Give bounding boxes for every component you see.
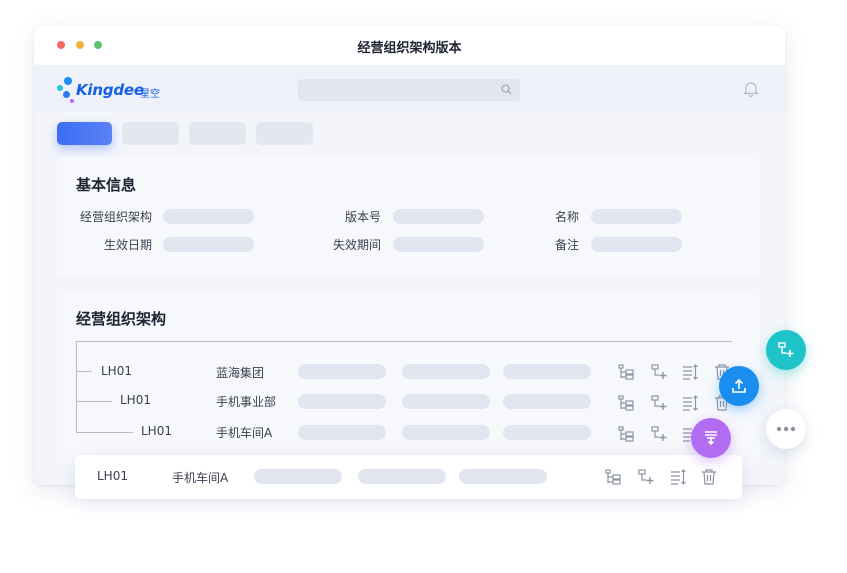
row-code: LH01 — [120, 393, 151, 407]
trash-icon[interactable] — [700, 468, 718, 486]
add-node-icon — [778, 342, 794, 357]
row-field[interactable] — [254, 469, 342, 484]
app-window: 经营组织架构版本 Kingdee 星空 基本信息 经营组织架构 版本号 名称 生… — [34, 26, 785, 485]
row-field[interactable] — [358, 469, 446, 484]
row-field[interactable] — [298, 394, 386, 409]
name-field[interactable] — [591, 209, 682, 224]
row-field[interactable] — [298, 425, 386, 440]
field-label-version: 版本号 — [344, 210, 381, 224]
tab-4[interactable] — [256, 122, 313, 145]
basic-info-title: 基本信息 — [76, 176, 137, 194]
more-fab[interactable] — [766, 409, 806, 449]
tree-trunk-line — [76, 341, 77, 433]
dragged-row[interactable]: LH01 手机车间A — [75, 455, 742, 499]
field-label-effective-date: 生效日期 — [103, 238, 152, 252]
row-code: LH01 — [101, 364, 132, 378]
kingdee-logo-icon — [56, 75, 76, 105]
org-structure-field[interactable] — [163, 209, 254, 224]
logo-text: Kingdee — [76, 81, 144, 99]
tree-branch-line — [76, 371, 92, 372]
row-field[interactable] — [402, 364, 490, 379]
row-name: 手机车间A — [172, 471, 229, 485]
expiry-period-field[interactable] — [393, 237, 484, 252]
row-field[interactable] — [402, 394, 490, 409]
kingdee-logo[interactable]: Kingdee 星空 — [56, 75, 176, 105]
tab-3[interactable] — [189, 122, 246, 145]
row-field[interactable] — [503, 364, 591, 379]
search-input[interactable] — [298, 79, 520, 101]
org-tree-icon[interactable] — [617, 363, 635, 381]
tree-branch-line — [76, 401, 112, 402]
sort-icon[interactable] — [681, 394, 699, 412]
org-tree-icon[interactable] — [604, 468, 622, 486]
version-field[interactable] — [393, 209, 484, 224]
tab-1[interactable] — [57, 122, 112, 145]
row-field[interactable] — [503, 394, 591, 409]
org-tree-icon[interactable] — [617, 425, 635, 443]
org-tree-icon[interactable] — [617, 394, 635, 412]
bell-icon[interactable] — [743, 80, 759, 98]
row-field[interactable] — [503, 425, 591, 440]
title-bar: 经营组织架构版本 — [34, 26, 785, 66]
row-field[interactable] — [298, 364, 386, 379]
add-node-fab[interactable] — [766, 330, 806, 370]
field-label-remark: 备注 — [554, 238, 579, 252]
row-code: LH01 — [97, 469, 128, 483]
field-label-expiry-period: 失效期间 — [332, 238, 381, 252]
search-icon[interactable] — [501, 84, 512, 95]
row-code: LH01 — [141, 424, 172, 438]
sort-icon[interactable] — [681, 363, 699, 381]
remark-field[interactable] — [591, 237, 682, 252]
tab-bar — [34, 111, 785, 147]
sort-icon[interactable] — [669, 468, 687, 486]
tree-top-line — [76, 341, 732, 342]
tab-2[interactable] — [122, 122, 179, 145]
tree-branch-line — [76, 432, 133, 433]
app-header: Kingdee 星空 — [34, 67, 785, 111]
logo-subtext: 星空 — [140, 89, 160, 100]
upload-icon — [732, 378, 746, 393]
add-node-icon[interactable] — [650, 394, 668, 412]
field-label-org: 经营组织架构 — [79, 210, 152, 224]
org-structure-title: 经营组织架构 — [76, 310, 167, 328]
add-node-icon[interactable] — [650, 363, 668, 381]
row-name: 蓝海集团 — [216, 366, 265, 380]
row-name: 手机事业部 — [216, 395, 277, 409]
upload-fab[interactable] — [719, 366, 759, 406]
filter-down-icon — [705, 431, 717, 446]
field-label-name: 名称 — [554, 210, 579, 224]
add-node-icon[interactable] — [637, 468, 655, 486]
basic-info-card: 基本信息 经营组织架构 版本号 名称 生效日期 失效期间 备注 — [57, 157, 760, 278]
effective-date-field[interactable] — [163, 237, 254, 252]
more-icon — [776, 426, 796, 432]
org-structure-card: 经营组织架构 LH01 蓝海集团 LH01 手机事业部 LH01 手机车间A — [57, 293, 760, 465]
add-node-icon[interactable] — [650, 425, 668, 443]
filter-down-fab[interactable] — [691, 418, 731, 458]
window-title: 经营组织架构版本 — [357, 41, 462, 56]
row-field[interactable] — [459, 469, 547, 484]
row-field[interactable] — [402, 425, 490, 440]
row-name: 手机车间A — [216, 426, 273, 440]
